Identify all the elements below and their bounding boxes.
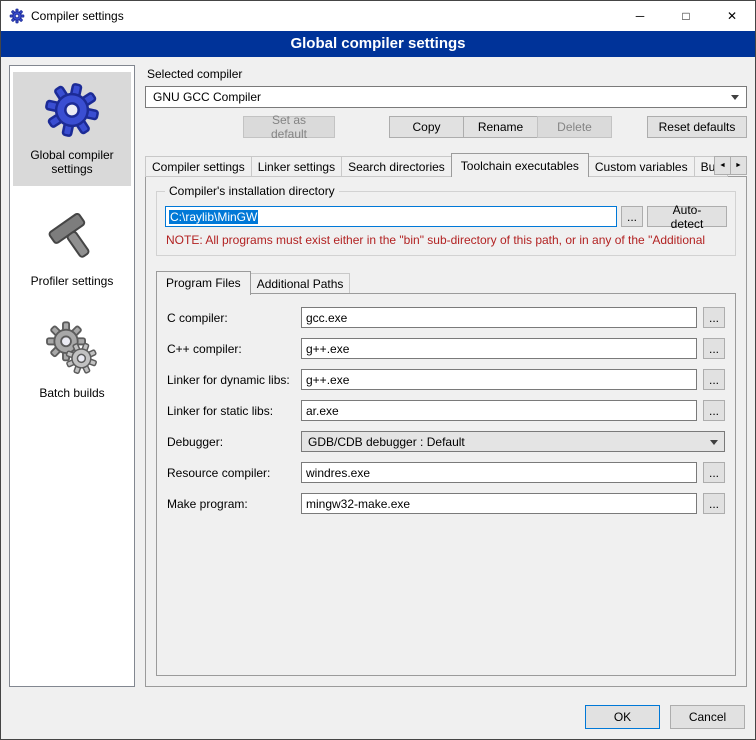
tab-linker-settings[interactable]: Linker settings (251, 156, 342, 177)
tab-program-files[interactable]: Program Files (156, 271, 251, 295)
form-row-cpp-compiler: C++ compiler: ... (167, 338, 725, 359)
installation-directory-browse-button[interactable]: ... (621, 206, 643, 227)
titlebar: Compiler settings ─ □ ✕ (1, 1, 755, 31)
linker-static-input[interactable] (301, 400, 697, 421)
tab-additional-paths[interactable]: Additional Paths (250, 273, 351, 294)
debugger-value: GDB/CDB debugger : Default (308, 435, 465, 449)
form-row-resource-compiler: Resource compiler: ... (167, 462, 725, 483)
make-program-label: Make program: (167, 497, 295, 511)
chevron-down-icon (731, 95, 739, 104)
sidebar-item-batch-builds[interactable]: Batch builds (13, 312, 131, 410)
cpp-compiler-label: C++ compiler: (167, 342, 295, 356)
tab-search-directories[interactable]: Search directories (341, 156, 452, 177)
auto-detect-button[interactable]: Auto-detect (647, 206, 727, 227)
sidebar-item-global-compiler-settings[interactable]: Global compiler settings (13, 72, 131, 186)
tab-custom-variables[interactable]: Custom variables (588, 156, 695, 177)
linker-static-label: Linker for static libs: (167, 404, 295, 418)
delete-button: Delete (537, 116, 612, 138)
rename-button[interactable]: Rename (463, 116, 538, 138)
cpp-compiler-browse-button[interactable]: ... (703, 338, 725, 359)
cpp-compiler-input[interactable] (301, 338, 697, 359)
compiler-actions: Set as default Copy Rename Delete Reset … (145, 116, 747, 138)
window-gear-icon (9, 8, 25, 24)
installation-directory-input[interactable]: C:\raylib\MinGW (165, 206, 617, 227)
form-row-c-compiler: C compiler: ... (167, 307, 725, 328)
content: Global compiler settings Profiler settin… (1, 57, 755, 695)
maximize-icon[interactable]: □ (663, 1, 709, 31)
c-compiler-input[interactable] (301, 307, 697, 328)
reset-defaults-button[interactable]: Reset defaults (647, 116, 747, 138)
sidebar: Global compiler settings Profiler settin… (9, 65, 135, 687)
tab-compiler-settings[interactable]: Compiler settings (145, 156, 252, 177)
resource-compiler-input[interactable] (301, 462, 697, 483)
tab-toolchain-executables[interactable]: Toolchain executables (451, 153, 589, 177)
compiler-settings-window: Compiler settings ─ □ ✕ Global compiler … (0, 0, 756, 740)
c-compiler-label: C compiler: (167, 311, 295, 325)
blue-gear-icon (42, 80, 102, 140)
window-title: Compiler settings (31, 9, 611, 23)
form-row-make-program: Make program: ... (167, 493, 725, 514)
tab-scroll-right-icon[interactable]: ► (730, 156, 747, 175)
cancel-button[interactable]: Cancel (670, 705, 745, 729)
form-row-linker-static: Linker for static libs: ... (167, 400, 725, 421)
page-title: Global compiler settings (1, 31, 755, 57)
make-program-input[interactable] (301, 493, 697, 514)
batch-builds-gears-icon (43, 320, 101, 378)
sidebar-item-profiler-settings[interactable]: Profiler settings (13, 200, 131, 298)
installation-directory-group-label: Compiler's installation directory (165, 184, 339, 198)
linker-static-browse-button[interactable]: ... (703, 400, 725, 421)
ok-button[interactable]: OK (585, 705, 660, 729)
main-panel: Selected compiler GNU GCC Compiler Set a… (145, 65, 747, 687)
selected-compiler-label: Selected compiler (147, 67, 747, 81)
make-program-browse-button[interactable]: ... (703, 493, 725, 514)
sidebar-item-label: Profiler settings (31, 274, 114, 288)
chevron-down-icon (710, 440, 718, 449)
sidebar-item-label: Global compiler settings (15, 148, 129, 176)
tab-scroll-arrows: ◄ ► (714, 156, 747, 175)
program-files-tabstrip: Program Files Additional Paths (156, 270, 736, 294)
minimize-icon[interactable]: ─ (617, 1, 663, 31)
profiler-tool-icon (43, 208, 101, 266)
installation-directory-group: Compiler's installation directory C:\ray… (156, 191, 736, 256)
resource-compiler-label: Resource compiler: (167, 466, 295, 480)
bin-subdirectory-note: NOTE: All programs must exist either in … (166, 233, 726, 247)
sidebar-item-label: Batch builds (39, 386, 104, 400)
form-row-debugger: Debugger: GDB/CDB debugger : Default (167, 431, 725, 452)
program-files-panel: C compiler: ... C++ compiler: ... Linker… (156, 293, 736, 676)
settings-tabstrip: Compiler settings Linker settings Search… (145, 152, 747, 177)
debugger-select[interactable]: GDB/CDB debugger : Default (301, 431, 725, 452)
copy-button[interactable]: Copy (389, 116, 464, 138)
linker-dynamic-label: Linker for dynamic libs: (167, 373, 295, 387)
close-icon[interactable]: ✕ (709, 1, 755, 31)
window-controls: ─ □ ✕ (617, 1, 755, 31)
installation-directory-value: C:\raylib\MinGW (169, 210, 258, 224)
dialog-footer: OK Cancel (1, 695, 755, 739)
selected-compiler-select[interactable]: GNU GCC Compiler (145, 86, 747, 108)
toolchain-executables-panel: Compiler's installation directory C:\ray… (145, 176, 747, 687)
debugger-label: Debugger: (167, 435, 295, 449)
linker-dynamic-browse-button[interactable]: ... (703, 369, 725, 390)
tab-scroll-left-icon[interactable]: ◄ (714, 156, 731, 175)
form-row-linker-dynamic: Linker for dynamic libs: ... (167, 369, 725, 390)
set-as-default-button: Set as default (243, 116, 335, 138)
linker-dynamic-input[interactable] (301, 369, 697, 390)
installation-directory-row: C:\raylib\MinGW ... Auto-detect (165, 206, 727, 227)
selected-compiler-value: GNU GCC Compiler (153, 90, 261, 104)
resource-compiler-browse-button[interactable]: ... (703, 462, 725, 483)
c-compiler-browse-button[interactable]: ... (703, 307, 725, 328)
